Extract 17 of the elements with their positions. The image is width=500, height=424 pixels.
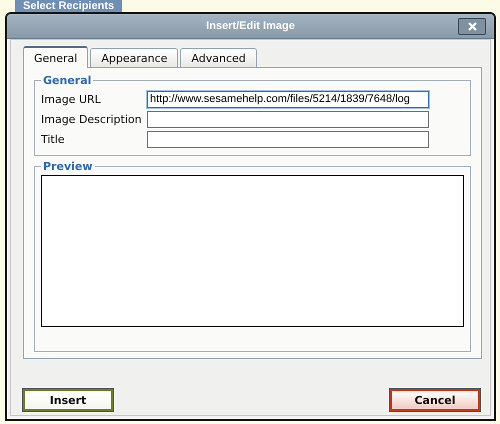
tab[interactable]: Advanced [180,48,257,67]
tab[interactable]: General [23,46,88,68]
input-field[interactable]: http://www.sesamehelp.com/files/5214/1839/7648/log [147,90,429,108]
input-field[interactable] [147,130,429,148]
confirm-button[interactable]: Insert [23,389,113,411]
cancel-button[interactable]: Cancel [390,389,480,411]
input-field[interactable] [147,110,429,128]
close-button[interactable] [458,18,486,35]
group-legend: General [41,74,94,87]
field-label: Title [41,132,66,146]
window-title: Insert/Edit Image [206,20,295,32]
field-label: Image Description [41,112,143,126]
group-legend: Preview [41,160,95,173]
page-heading: Select Recipients [15,0,122,12]
field-label: Image URL [41,92,102,106]
tab[interactable]: Appearance [90,48,178,67]
close-icon [468,22,476,31]
